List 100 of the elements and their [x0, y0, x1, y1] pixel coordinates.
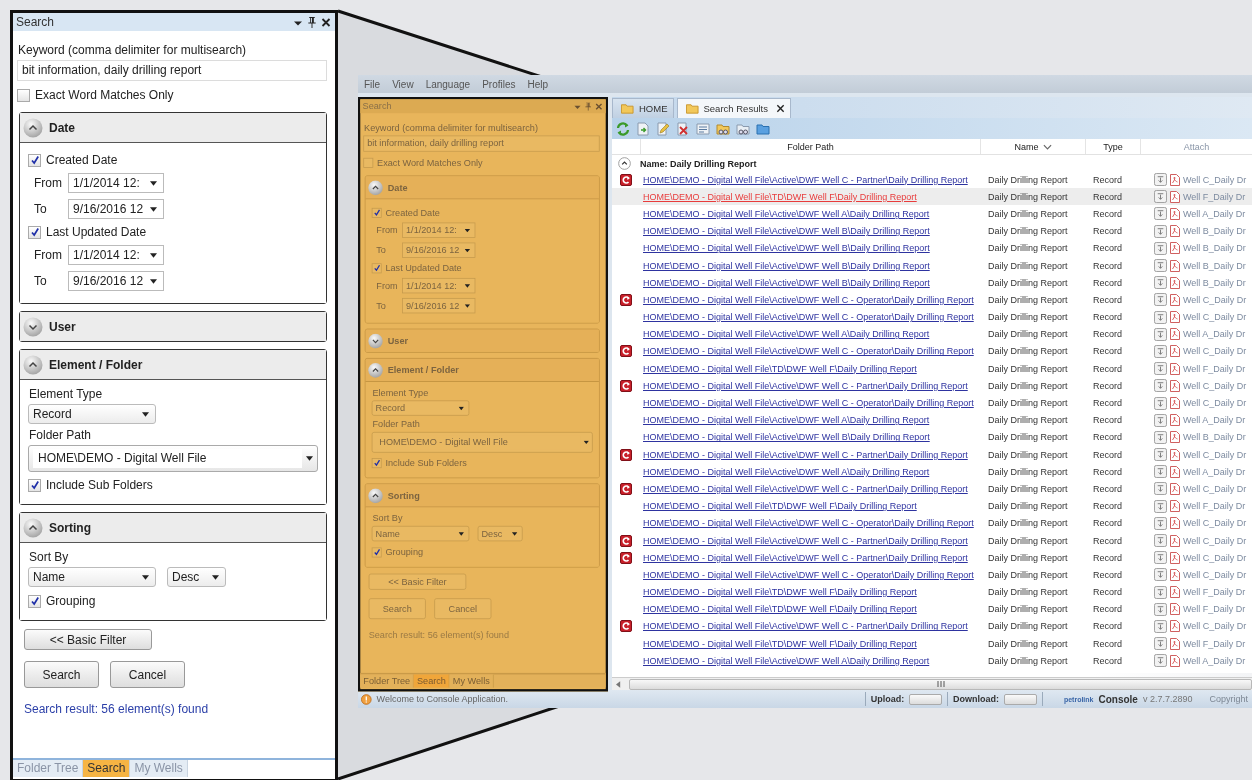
folder-path-link[interactable]: HOME\DEMO - Digital Well File\Active\DWF Well A\Daily Drilling Report	[640, 466, 980, 477]
date-dropdown[interactable]: 9/16/2016 12	[68, 271, 164, 291]
folder-path-link[interactable]: HOME\DEMO - Digital Well File\Active\DWF Well C - Partner\Daily Drilling Report	[640, 174, 980, 185]
folder-path-link[interactable]: HOME\DEMO - Digital Well File\Active\DWF Well B\Daily Drilling Report	[640, 432, 980, 443]
folder-path-link[interactable]: HOME\DEMO - Digital Well File\TD\DWF Well F\Daily Drilling Report	[640, 191, 980, 202]
expand-icon[interactable]	[23, 316, 43, 337]
folder-search-icon[interactable]	[716, 121, 730, 136]
folder-path-link[interactable]: HOME\DEMO - Digital Well File\TD\DWF Well F\Daily Drilling Report	[640, 587, 980, 598]
folder-path-link[interactable]: HOME\DEMO - Digital Well File\Active\DWF Well A\Daily Drilling Report	[640, 415, 980, 426]
folder-path-link[interactable]: HOME\DEMO - Digital Well File\Active\DWF Well B\Daily Drilling Report	[640, 260, 980, 271]
menu-item[interactable]: Help	[527, 78, 549, 90]
table-row[interactable]: HOME\DEMO - Digital Well File\Active\DWF Well A\Daily Drilling Report Daily Drilling Report Record Well A_Daily Dr	[612, 411, 1252, 429]
collapse-icon[interactable]	[367, 179, 384, 196]
table-row[interactable]: HOME\DEMO - Digital Well File\Active\DWF Well C - Operator\Daily Drilling Report Daily Drilling Report Record Well C_Daily Dr	[612, 394, 1252, 412]
document-tab[interactable]: Search Results	[676, 98, 791, 118]
panel-tab[interactable]: Search	[83, 760, 131, 777]
download-icon[interactable]	[1154, 534, 1167, 548]
menu-item[interactable]: Profiles	[482, 78, 516, 90]
download-icon[interactable]	[1154, 327, 1167, 341]
download-icon[interactable]	[1154, 396, 1167, 410]
table-row[interactable]: HOME\DEMO - Digital Well File\TD\DWF Well F\Daily Drilling Report Daily Drilling Report Record Well F_Daily Dr	[612, 635, 1252, 653]
download-icon[interactable]	[1154, 499, 1167, 513]
menu-item[interactable]: File	[364, 78, 381, 90]
table-row[interactable]: HOME\DEMO - Digital Well File\TD\DWF Well F\Daily Drilling Report Daily Drilling Report Record Well F_Daily Dr	[612, 600, 1252, 618]
folder-path-link[interactable]: HOME\DEMO - Digital Well File\TD\DWF Well F\Daily Drilling Report	[640, 638, 980, 649]
download-icon[interactable]	[1154, 430, 1167, 444]
collapse-icon[interactable]	[367, 362, 384, 378]
folder-path-link[interactable]: HOME\DEMO - Digital Well File\Active\DWF Well C - Partner\Daily Drilling Report	[640, 449, 980, 460]
download-icon[interactable]	[1154, 585, 1167, 599]
folder-path-link[interactable]: HOME\DEMO - Digital Well File\TD\DWF Well F\Daily Drilling Report	[640, 501, 980, 512]
checkbox[interactable]	[17, 88, 30, 102]
document-tab[interactable]: HOME	[612, 98, 674, 118]
download-icon[interactable]	[1154, 568, 1167, 582]
checkbox[interactable]	[28, 478, 41, 492]
table-row[interactable]: HOME\DEMO - Digital Well File\Active\DWF Well C - Partner\Daily Drilling Report Daily Drilling Report Record Well C_Daily Dr	[612, 480, 1252, 498]
download-icon[interactable]	[1154, 276, 1167, 290]
section-header[interactable]: Element / Folder	[20, 350, 326, 380]
date-dropdown[interactable]: 1/1/2014 12:	[68, 245, 164, 265]
collapse-icon[interactable]	[23, 354, 43, 375]
download-icon[interactable]	[1154, 379, 1167, 393]
download-icon[interactable]	[1154, 241, 1167, 255]
section-header[interactable]: User	[20, 312, 326, 341]
folder-path-link[interactable]: HOME\DEMO - Digital Well File\Active\DWF Well C - Operator\Daily Drilling Report	[640, 398, 980, 409]
table-row[interactable]: HOME\DEMO - Digital Well File\Active\DWF Well C - Partner\Daily Drilling Report Daily Drilling Report Record Well C_Daily Dr	[612, 617, 1252, 636]
collapse-icon[interactable]	[23, 117, 43, 138]
collapse-icon[interactable]	[618, 157, 631, 170]
list-icon[interactable]	[696, 121, 710, 136]
sort-field-dropdown[interactable]: Name	[28, 567, 156, 587]
action-button[interactable]: Search	[24, 661, 99, 688]
folder-path-link[interactable]: HOME\DEMO - Digital Well File\Active\DWF Well C - Partner\Daily Drilling Report	[640, 483, 980, 494]
download-icon[interactable]	[1154, 344, 1167, 358]
table-row[interactable]: HOME\DEMO - Digital Well File\TD\DWF Well F\Daily Drilling Report Daily Drilling Report Record Well F_Daily Dr	[612, 188, 1252, 206]
folder-path-link[interactable]: HOME\DEMO - Digital Well File\Active\DWF Well A\Daily Drilling Report	[640, 208, 980, 219]
checkbox[interactable]	[371, 547, 382, 558]
folder-path-link[interactable]: HOME\DEMO - Digital Well File\Active\DWF Well B\Daily Drilling Report	[640, 243, 980, 254]
collapse-icon[interactable]	[367, 487, 384, 504]
table-row[interactable]: HOME\DEMO - Digital Well File\Active\DWF Well A\Daily Drilling Report Daily Drilling Report Record Well A_Daily Dr	[612, 652, 1252, 670]
table-row[interactable]: HOME\DEMO - Digital Well File\Active\DWF Well C - Operator\Daily Drilling Report Daily Drilling Report Record Well C_Daily Dr	[612, 514, 1252, 532]
table-row[interactable]: HOME\DEMO - Digital Well File\Active\DWF Well B\Daily Drilling Report Daily Drilling Report Record Well B_Daily Dr	[612, 428, 1252, 446]
download-icon[interactable]	[1154, 551, 1167, 565]
download-icon[interactable]	[1154, 465, 1167, 479]
folder-search-icon[interactable]	[736, 121, 750, 136]
close-icon[interactable]	[321, 16, 331, 28]
table-row[interactable]: HOME\DEMO - Digital Well File\Active\DWF Well B\Daily Drilling Report Daily Drilling Report Record Well B_Daily Dr	[612, 256, 1252, 275]
table-row[interactable]: HOME\DEMO - Digital Well File\Active\DWF Well C - Partner\Daily Drilling Report Daily Drilling Report Record Well C_Daily Dr	[612, 531, 1252, 550]
table-row[interactable]: HOME\DEMO - Digital Well File\Active\DWF Well B\Daily Drilling Report Daily Drilling Report Record Well B_Daily Dr	[612, 222, 1252, 240]
download-icon[interactable]	[1154, 190, 1167, 204]
download-icon[interactable]	[1154, 619, 1167, 633]
folder-path-link[interactable]: HOME\DEMO - Digital Well File\TD\DWF Well F\Daily Drilling Report	[640, 604, 980, 615]
folder-path-link[interactable]: HOME\DEMO - Digital Well File\Active\DWF Well C - Operator\Daily Drilling Report	[640, 346, 980, 357]
download-icon[interactable]	[1154, 602, 1167, 616]
table-row[interactable]: HOME\DEMO - Digital Well File\Active\DWF Well A\Daily Drilling Report Daily Drilling Report Record Well A_Daily Dr	[612, 463, 1252, 481]
folder-path-link[interactable]: HOME\DEMO - Digital Well File\Active\DWF Well A\Daily Drilling Report	[640, 655, 980, 666]
table-row[interactable]: HOME\DEMO - Digital Well File\TD\DWF Well F\Daily Drilling Report Daily Drilling Report Record Well F_Daily Dr	[612, 360, 1252, 378]
table-row[interactable]: HOME\DEMO - Digital Well File\Active\DWF Well C - Partner\Daily Drilling Report Daily Drilling Report Record Well C_Daily Dr	[612, 171, 1252, 189]
download-icon[interactable]	[1154, 224, 1167, 238]
folder-path-link[interactable]: HOME\DEMO - Digital Well File\TD\DWF Well F\Daily Drilling Report	[640, 363, 980, 374]
table-row[interactable]: HOME\DEMO - Digital Well File\Active\DWF Well C - Partner\Daily Drilling Report Daily Drilling Report Record Well C_Daily Dr	[612, 446, 1252, 464]
section-header[interactable]: Sorting	[20, 513, 326, 543]
checkbox[interactable]	[363, 157, 374, 168]
folder-path-link[interactable]: HOME\DEMO - Digital Well File\Active\DWF Well C - Operator\Daily Drilling Report	[640, 518, 980, 529]
expand-icon[interactable]	[367, 333, 384, 349]
pencil-icon[interactable]	[656, 121, 670, 136]
folder-path-link[interactable]: HOME\DEMO - Digital Well File\Active\DWF Well C - Operator\Daily Drilling Report	[640, 294, 980, 305]
scroll-left-icon[interactable]	[616, 680, 621, 688]
document-arrow-icon[interactable]	[636, 121, 650, 136]
column-header[interactable]: Folder Path	[640, 139, 980, 154]
delete-icon[interactable]	[676, 121, 690, 136]
table-row[interactable]: HOME\DEMO - Digital Well File\Active\DWF Well C - Partner\Daily Drilling Report Daily Drilling Report Record Well C_Daily Dr	[612, 549, 1252, 567]
folder-path-link[interactable]: HOME\DEMO - Digital Well File\Active\DWF Well C - Operator\Daily Drilling Report	[640, 312, 980, 323]
table-row[interactable]: HOME\DEMO - Digital Well File\Active\DWF Well B\Daily Drilling Report Daily Drilling Report Record Well B_Daily Dr	[612, 239, 1252, 257]
download-icon[interactable]	[1154, 448, 1167, 462]
column-header[interactable]: Name	[980, 139, 1085, 154]
element-type-dropdown[interactable]: Record	[28, 404, 156, 424]
download-icon[interactable]	[1154, 482, 1167, 496]
folder-path-link[interactable]: HOME\DEMO - Digital Well File\Active\DWF Well C - Partner\Daily Drilling Report	[640, 535, 980, 546]
table-row[interactable]: HOME\DEMO - Digital Well File\Active\DWF Well C - Operator\Daily Drilling Report Daily Drilling Report Record Well C_Daily Dr	[612, 291, 1252, 309]
download-icon[interactable]	[1154, 259, 1167, 273]
folder-path-combo[interactable]: HOME\DEMO - Digital Well File	[28, 445, 318, 472]
table-row[interactable]: HOME\DEMO - Digital Well File\Active\DWF Well C - Operator\Daily Drilling Report Daily Drilling Report Record Well C_Daily Dr	[612, 342, 1252, 361]
